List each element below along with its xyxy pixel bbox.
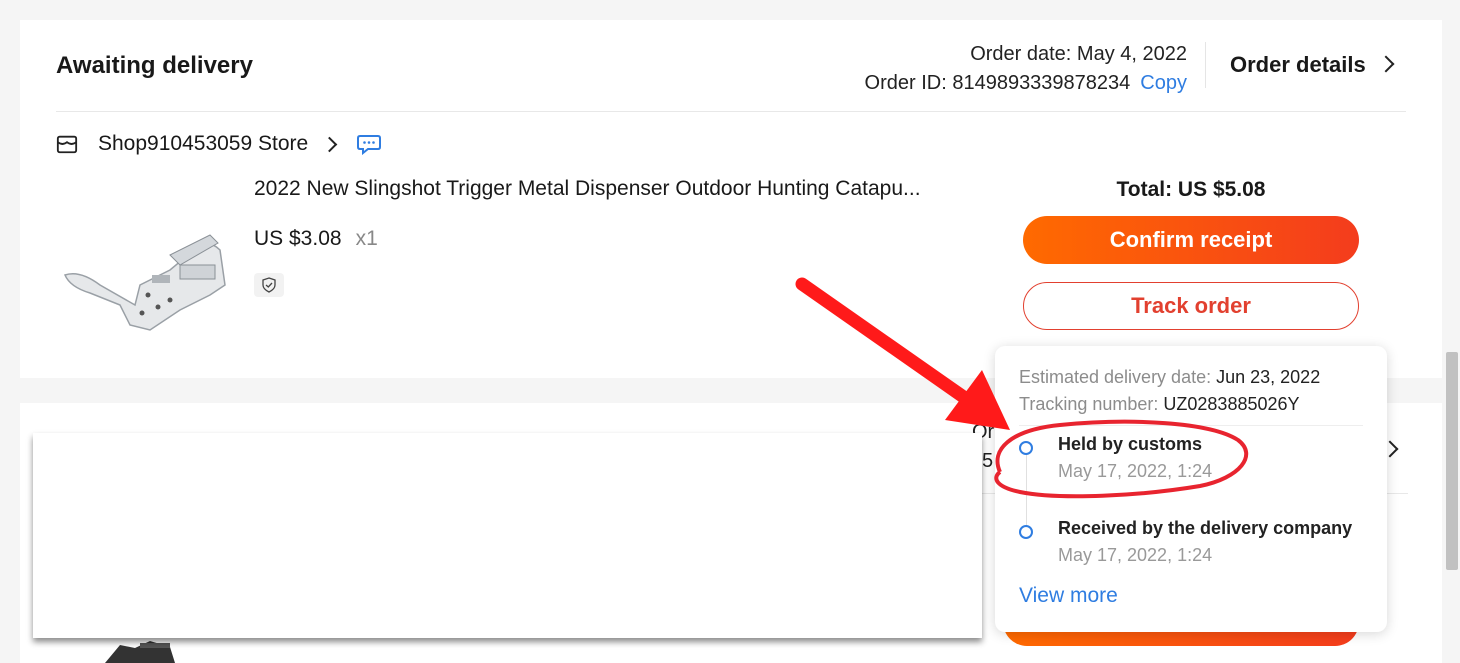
product-name-link[interactable]: 2022 New Slingshot Trigger Metal Dispens… — [254, 177, 954, 201]
store-name-link[interactable]: Shop910453059 Store — [98, 132, 308, 156]
tracking-event-time: May 17, 2022, 1:24 — [1058, 545, 1213, 565]
scrollbar-thumb[interactable] — [1446, 352, 1458, 570]
timeline-dot — [1019, 525, 1033, 539]
chevron-right-icon — [1377, 55, 1395, 73]
popup-divider — [1019, 425, 1363, 426]
tracking-event-time: May 17, 2022, 1:24 — [1058, 461, 1213, 481]
chat-bubble-icon[interactable] — [357, 133, 382, 155]
tracking-number-label: Tracking number: — [1019, 394, 1159, 414]
shield-check-icon — [262, 277, 276, 293]
copy-order-id-link[interactable]: Copy — [1140, 72, 1187, 94]
order-id: Order ID: 8149893339878234 — [864, 72, 1131, 94]
estimated-delivery-row: Estimated delivery date: Jun 23, 2022 — [1019, 367, 1320, 388]
buyer-protection-badge — [254, 273, 284, 297]
tracking-event-title: Received by the delivery company — [1058, 518, 1353, 538]
timeline-dot — [1019, 441, 1033, 455]
store-row: Shop910453059 Store — [56, 130, 382, 158]
tracking-popup: Estimated delivery date: Jun 23, 2022 Tr… — [995, 346, 1387, 632]
order-status-title: Awaiting delivery — [56, 52, 253, 79]
estimated-delivery-date: Jun 23, 2022 — [1216, 367, 1321, 387]
order-card: Awaiting delivery Order date: May 4, 202… — [20, 20, 1442, 378]
redaction-box — [33, 433, 982, 638]
order-id-row: Order ID: 8149893339878234 Copy — [865, 69, 1187, 98]
confirm-receipt-button[interactable]: Confirm receipt — [1023, 216, 1359, 264]
order-meta: Order date: May 4, 2022 Order ID: 814989… — [865, 40, 1187, 98]
header-divider — [1205, 42, 1206, 88]
chevron-right-icon[interactable] — [321, 136, 338, 152]
product-price-row: US $3.08 x1 — [254, 227, 378, 251]
estimated-delivery-label: Estimated delivery date: — [1019, 367, 1212, 387]
product-quantity: x1 — [355, 227, 378, 250]
store-icon — [56, 135, 78, 154]
order-details-link[interactable]: Order details — [1230, 52, 1395, 78]
tracking-event-title: Held by customs — [1058, 434, 1203, 454]
order-details-label: Order details — [1230, 52, 1366, 77]
product-price: US $3.08 — [254, 227, 342, 250]
product-image[interactable] — [60, 215, 230, 340]
track-order-button[interactable]: Track order — [1023, 282, 1359, 330]
tracking-number-row: Tracking number: UZ0283885026Y — [1019, 394, 1300, 415]
order-id-partial: 5 — [982, 450, 994, 472]
order-date: Order date: May 4, 2022 — [970, 43, 1187, 65]
header-separator — [56, 111, 1406, 112]
view-more-link[interactable]: View more — [1019, 584, 1118, 608]
tracking-number: UZ0283885026Y — [1163, 394, 1300, 414]
timeline-line — [1026, 454, 1027, 532]
order-total: Total: US $5.08 — [1116, 178, 1266, 201]
